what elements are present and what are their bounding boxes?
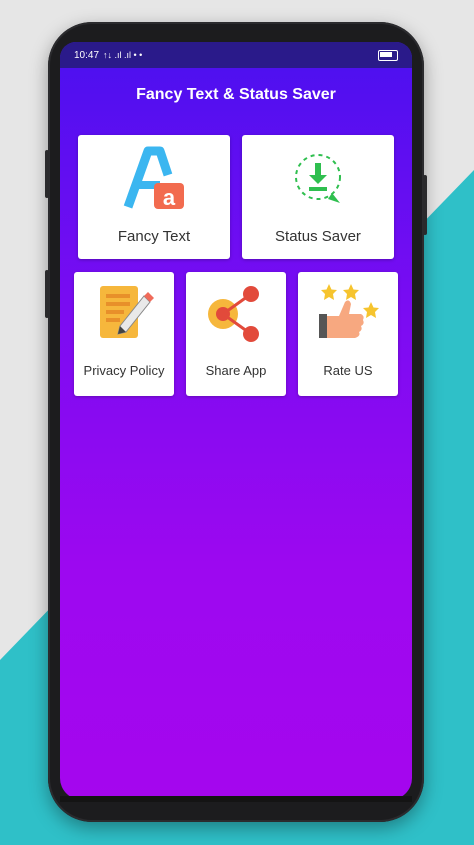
fancy-text-icon: a bbox=[123, 146, 184, 210]
fancy-text-label: Fancy Text bbox=[117, 228, 191, 245]
rate-us-label: Rate US bbox=[323, 363, 373, 378]
share-app-card[interactable]: Share App bbox=[186, 272, 286, 396]
battery-icon bbox=[378, 49, 398, 61]
thumbs-up-stars-icon bbox=[319, 284, 379, 338]
volume-button-2 bbox=[45, 270, 49, 318]
share-icon bbox=[208, 286, 259, 342]
power-button bbox=[423, 175, 427, 235]
fancy-text-card[interactable]: a Fancy Text bbox=[78, 135, 230, 259]
privacy-policy-label: Privacy Policy bbox=[83, 363, 165, 378]
share-app-label: Share App bbox=[205, 363, 267, 378]
svg-text:a: a bbox=[163, 185, 176, 210]
status-saver-label: Status Saver bbox=[275, 228, 361, 245]
download-icon bbox=[295, 154, 341, 203]
privacy-policy-card[interactable]: Privacy Policy bbox=[74, 272, 174, 396]
document-pen-icon bbox=[100, 286, 154, 338]
signal-indicators: ↑↓ .ıl .ıl • • bbox=[103, 50, 143, 60]
app-title-bar: Fancy Text & Status Saver bbox=[60, 68, 412, 122]
status-time: 10:47 bbox=[74, 49, 100, 61]
screen-bottom-bezel bbox=[60, 796, 412, 802]
volume-button bbox=[45, 150, 49, 198]
status-bar: 10:47 ↑↓ .ıl .ıl • • bbox=[60, 42, 412, 68]
app-title: Fancy Text & Status Saver bbox=[136, 86, 336, 103]
app-screen: 10:47 ↑↓ .ıl .ıl • • Fancy Text & Status… bbox=[60, 42, 412, 800]
rate-us-card[interactable]: Rate US bbox=[298, 272, 398, 396]
status-saver-card[interactable]: Status Saver bbox=[242, 135, 394, 259]
